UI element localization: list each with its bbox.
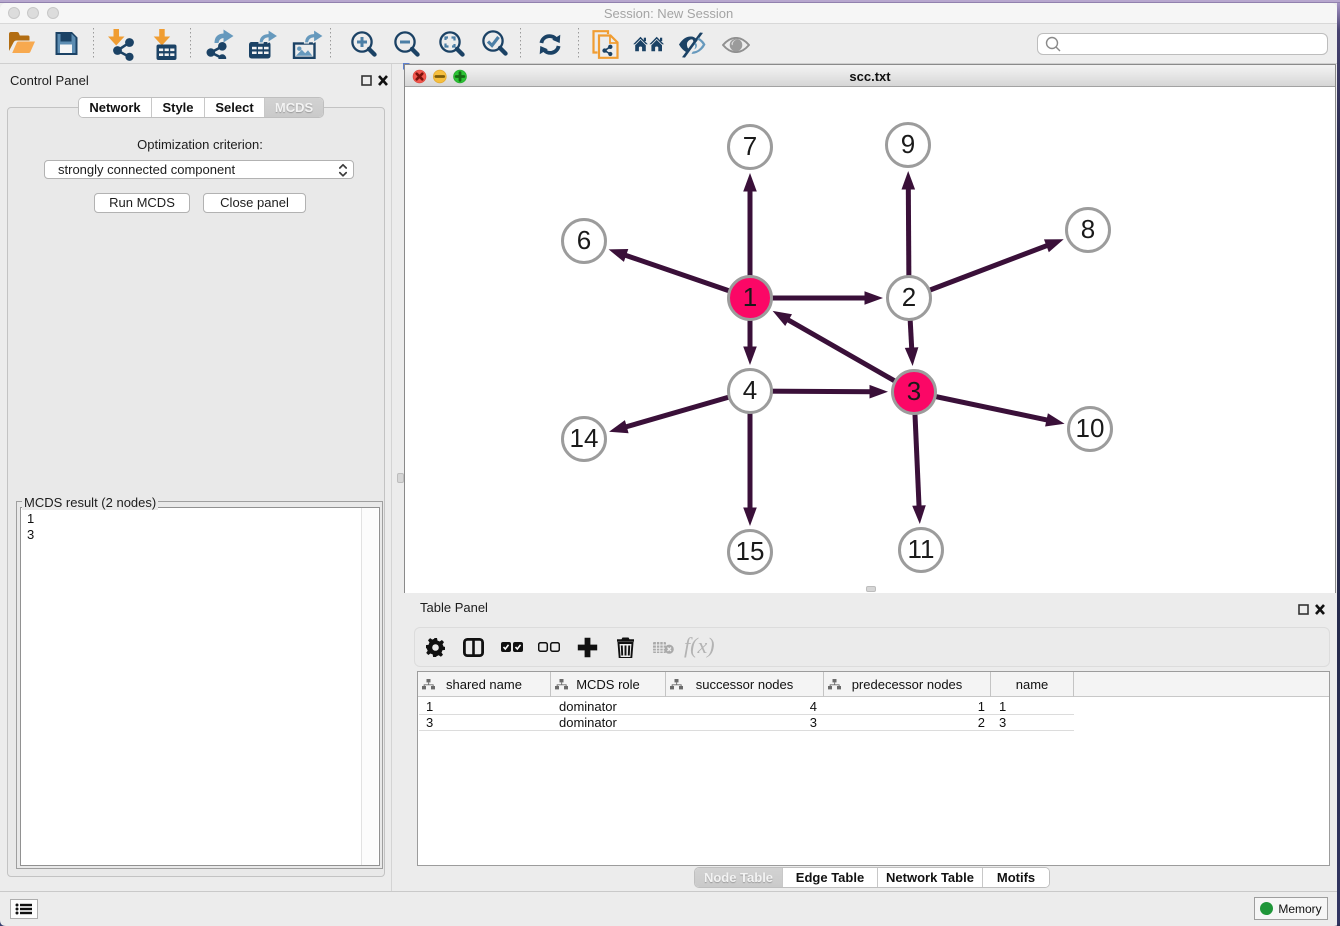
svg-text:3: 3 [907,376,921,406]
svg-text:8: 8 [1081,214,1095,244]
svg-text:7: 7 [743,131,757,161]
svg-text:14: 14 [570,423,599,453]
svg-text:11: 11 [908,534,935,564]
svg-text:10: 10 [1076,413,1105,443]
svg-text:4: 4 [743,375,757,405]
svg-text:2: 2 [902,282,916,312]
svg-text:6: 6 [577,225,591,255]
svg-text:9: 9 [901,129,915,159]
svg-text:1: 1 [743,282,757,312]
svg-text:15: 15 [736,536,765,566]
